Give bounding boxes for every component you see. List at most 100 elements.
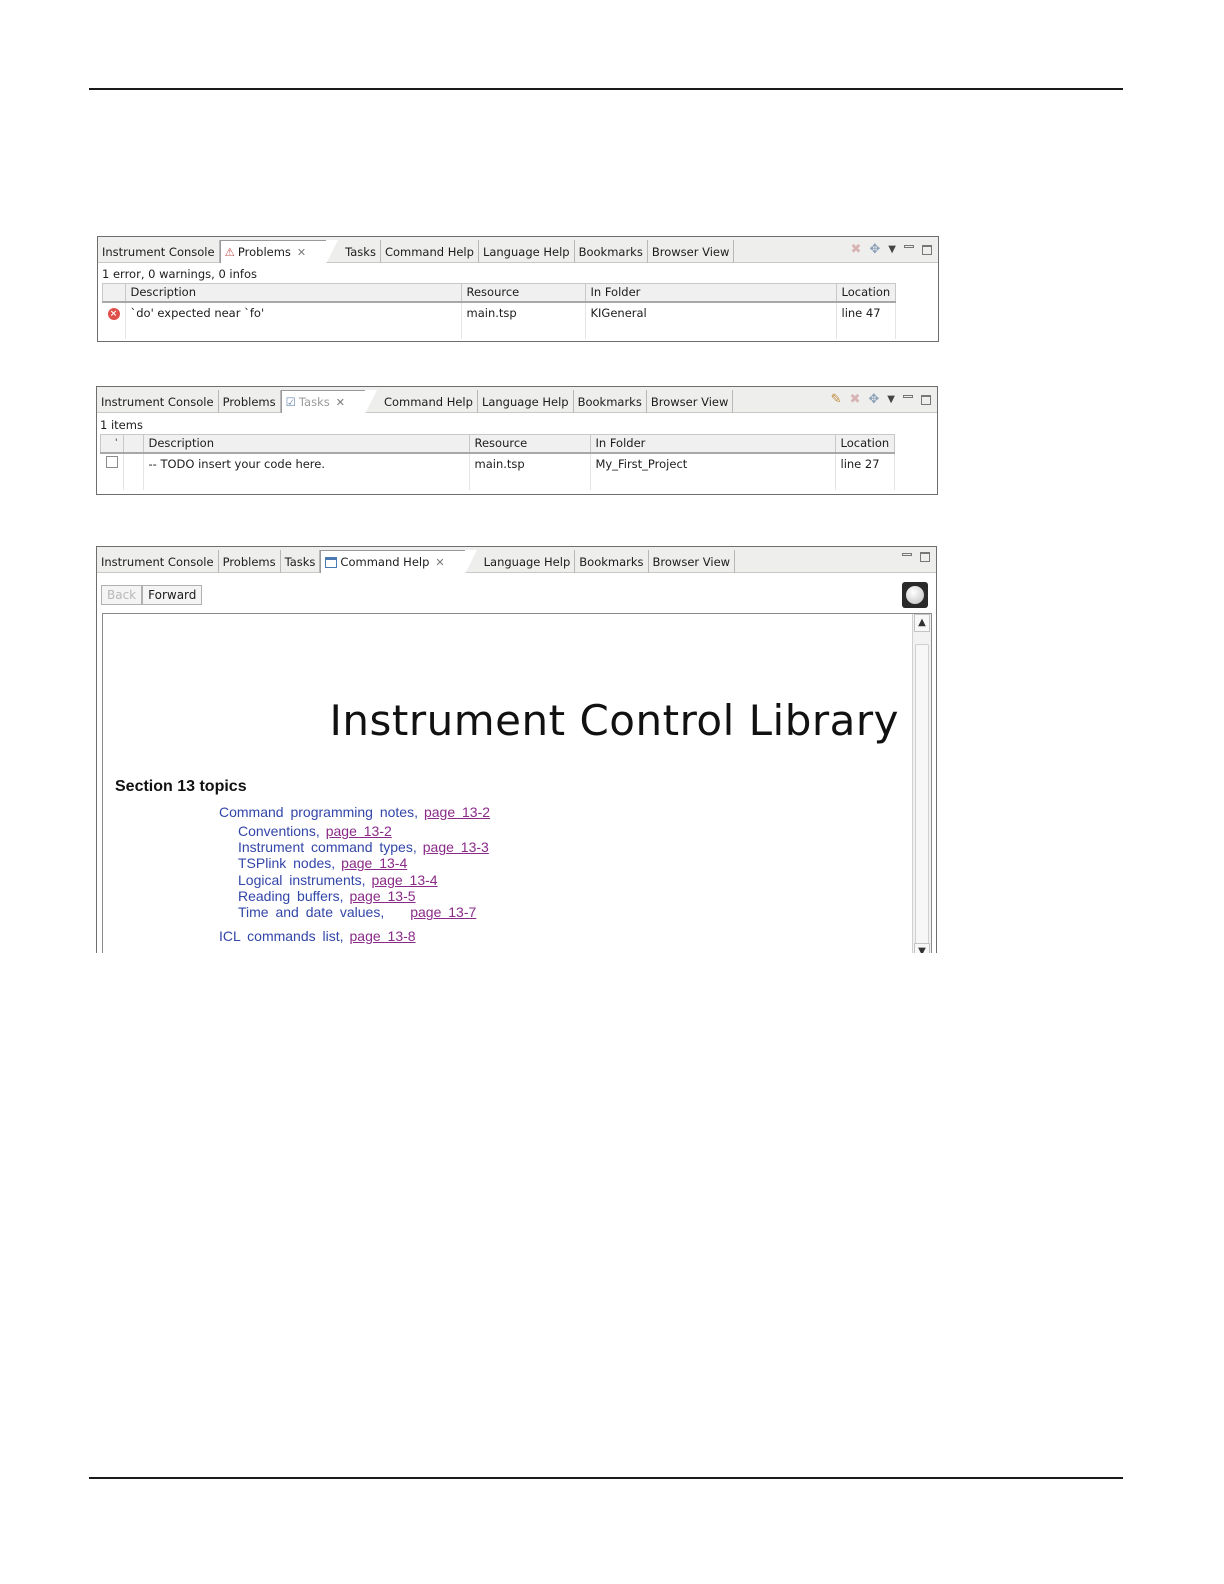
column-resource[interactable]: Resource — [460, 283, 586, 303]
tab-language-help[interactable]: Language Help — [480, 550, 576, 573]
toc-entry: ICL commands list, page 13-8 — [219, 928, 416, 944]
minimize-icon[interactable] — [902, 552, 912, 556]
tab-problems[interactable]: Problems — [219, 390, 281, 413]
toc-entry: Reading buffers, page 13-5 — [238, 888, 416, 904]
tab-label: Problems — [222, 554, 276, 569]
scroll-up-icon[interactable]: ▲ — [914, 614, 930, 632]
tab-tasks[interactable]: ☑ Tasks ✕ — [280, 390, 378, 414]
filter-icon[interactable]: ✥ — [868, 392, 879, 407]
toc-link[interactable]: page 13-2 — [326, 823, 392, 839]
tab-instrument-console[interactable]: Instrument Console — [98, 240, 220, 263]
tab-tasks[interactable]: Tasks — [341, 240, 381, 263]
error-icon: × — [107, 308, 120, 320]
tab-language-help[interactable]: Language Help — [478, 390, 574, 413]
toc-text: Time and date values, — [238, 904, 385, 920]
tab-command-help[interactable]: Command Help ✕ — [320, 550, 477, 574]
tab-label: Bookmarks — [578, 244, 643, 259]
column-folder[interactable]: In Folder — [589, 434, 836, 454]
tab-browser-view[interactable]: Browser View — [648, 240, 735, 263]
toc-link[interactable]: page 13-5 — [349, 888, 415, 904]
close-icon[interactable]: ✕ — [435, 556, 444, 569]
view-toolbar: ✖ ✥ ▼ — [850, 242, 932, 257]
column-icon[interactable] — [102, 283, 126, 303]
column-location[interactable]: Location — [835, 283, 897, 303]
close-icon[interactable]: ✕ — [336, 396, 345, 409]
add-task-icon[interactable]: ✎ — [831, 392, 842, 407]
globe-icon[interactable] — [902, 582, 928, 608]
toc-link[interactable]: page 13-4 — [372, 872, 438, 888]
tab-label: Bookmarks — [579, 554, 644, 569]
minimize-icon[interactable] — [903, 395, 913, 398]
tab-bookmarks[interactable]: Bookmarks — [575, 550, 649, 573]
tab-label: Tasks — [298, 395, 330, 409]
footer-rule — [89, 1477, 1123, 1479]
tab-command-help[interactable]: Command Help — [380, 390, 478, 413]
column-folder[interactable]: In Folder — [584, 283, 837, 303]
cell-folder: KIGeneral — [585, 301, 837, 323]
toc-entry: Time and date values, page 13-7 — [238, 904, 476, 920]
column-sort[interactable]: ' — [100, 434, 124, 454]
remove-icon[interactable]: ✖ — [850, 242, 861, 257]
vertical-scrollbar[interactable]: ▲ ▼ — [912, 614, 931, 953]
window-icon — [325, 556, 338, 568]
forward-button[interactable]: Forward — [142, 585, 203, 605]
tab-label: Language Help — [483, 554, 571, 569]
column-description[interactable]: Description — [124, 283, 462, 303]
table-row[interactable]: -- TODO insert your code here. main.tsp … — [100, 452, 896, 474]
toc-link[interactable]: page 13-7 — [410, 904, 476, 920]
tab-label: Browser View — [651, 244, 730, 259]
column-description[interactable]: Description — [142, 434, 470, 454]
tasks-table: ' Description Resource In Folder Locatio… — [100, 434, 896, 490]
tab-label: Language Help — [482, 244, 570, 259]
filter-icon[interactable]: ✥ — [869, 242, 880, 257]
tab-label: Browser View — [650, 394, 729, 409]
toc-link[interactable]: page 13-8 — [350, 928, 416, 944]
toc-entry: Logical instruments, page 13-4 — [238, 872, 438, 888]
tab-label: Tasks — [345, 244, 376, 259]
view-toolbar: ✎ ✖ ✥ ▼ — [831, 392, 931, 407]
view-menu-icon[interactable]: ▼ — [888, 244, 896, 255]
tab-problems[interactable]: Problems — [219, 550, 281, 573]
minimize-icon[interactable] — [904, 245, 914, 248]
remove-icon[interactable]: ✖ — [849, 392, 860, 407]
tab-command-help[interactable]: Command Help — [381, 240, 479, 263]
close-icon[interactable]: ✕ — [297, 246, 306, 259]
scroll-down-icon[interactable]: ▼ — [914, 943, 930, 953]
toc-text: TSPlink nodes, — [238, 855, 336, 871]
scroll-thumb[interactable] — [915, 644, 929, 944]
tab-label: Browser View — [652, 554, 731, 569]
tab-label: Bookmarks — [577, 394, 642, 409]
table-header: Description Resource In Folder Location — [102, 283, 897, 303]
maximize-icon[interactable] — [922, 244, 932, 255]
section-heading: Section 13 topics — [115, 778, 247, 795]
tab-browser-view[interactable]: Browser View — [649, 550, 736, 573]
table-row[interactable]: × `do' expected near `fo' main.tsp KIGen… — [102, 301, 897, 323]
cell-description: `do' expected near `fo' — [125, 301, 462, 323]
back-button[interactable]: Back — [101, 585, 143, 605]
tab-instrument-console[interactable]: Instrument Console — [97, 550, 219, 573]
view-menu-icon[interactable]: ▼ — [887, 394, 895, 405]
cell-location: line 47 — [836, 301, 897, 323]
tasks-view: Instrument Console Problems ☑ Tasks ✕ Co… — [96, 386, 938, 495]
toc-text: ICL commands list, — [219, 928, 344, 944]
toc-link[interactable]: page 13-2 — [424, 804, 490, 820]
tab-tasks[interactable]: Tasks — [281, 550, 321, 573]
tab-problems[interactable]: ⚠ Problems ✕ — [219, 240, 338, 264]
maximize-icon[interactable] — [920, 552, 930, 562]
column-check[interactable] — [122, 434, 144, 454]
task-checkbox[interactable] — [105, 456, 118, 468]
maximize-icon[interactable] — [921, 394, 931, 405]
tab-browser-view[interactable]: Browser View — [647, 390, 734, 413]
tab-label: Instrument Console — [101, 554, 214, 569]
tab-label: Problems — [222, 394, 276, 409]
column-location[interactable]: Location — [834, 434, 896, 454]
tab-bookmarks[interactable]: Bookmarks — [574, 390, 647, 413]
problems-table: Description Resource In Folder Location … — [102, 283, 897, 339]
header-rule — [89, 88, 1123, 90]
tab-bookmarks[interactable]: Bookmarks — [575, 240, 648, 263]
toc-link[interactable]: page 13-3 — [423, 839, 489, 855]
tab-language-help[interactable]: Language Help — [479, 240, 575, 263]
tab-instrument-console[interactable]: Instrument Console — [97, 390, 219, 413]
column-resource[interactable]: Resource — [468, 434, 591, 454]
toc-link[interactable]: page 13-4 — [341, 855, 407, 871]
